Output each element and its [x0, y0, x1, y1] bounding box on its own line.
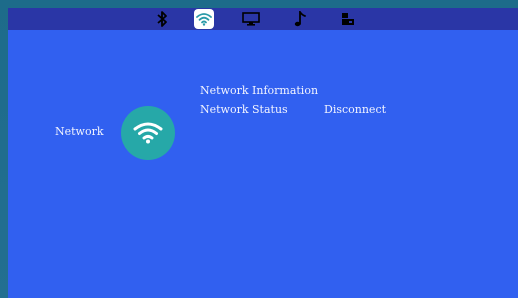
bluetooth-icon	[157, 11, 167, 27]
monitor-icon	[242, 12, 260, 26]
device-frame: Network Network Information Network Stat…	[0, 0, 518, 298]
network-status-value: Disconnect	[324, 103, 387, 116]
tab-storage[interactable]	[338, 9, 358, 29]
sidebar-item-network[interactable]: Network	[55, 125, 104, 138]
music-note-icon	[294, 11, 306, 27]
tab-audio[interactable]	[290, 9, 310, 29]
wifi-icon	[196, 13, 212, 26]
tab-display[interactable]	[241, 9, 261, 29]
tab-bluetooth[interactable]	[152, 9, 172, 29]
storage-icon	[342, 13, 354, 25]
network-information-title: Network Information	[200, 84, 319, 97]
settings-screen: Network Network Information Network Stat…	[8, 8, 518, 298]
network-status-label: Network Status	[200, 103, 288, 116]
wifi-icon	[133, 122, 163, 144]
network-wifi-badge	[121, 106, 175, 160]
settings-tab-bar	[8, 8, 518, 30]
tab-wifi[interactable]	[194, 9, 214, 29]
